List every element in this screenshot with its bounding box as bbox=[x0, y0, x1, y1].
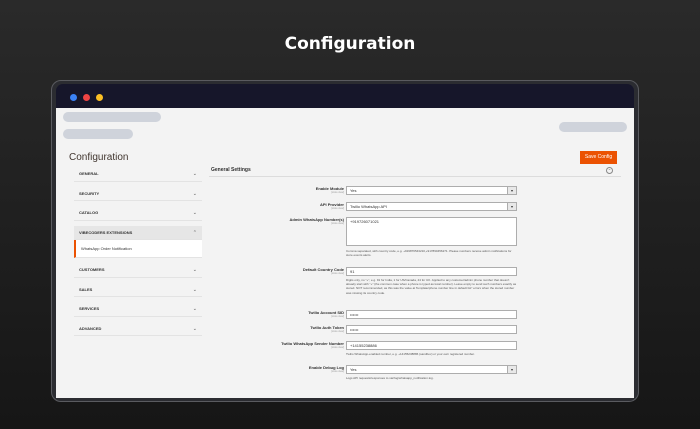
sidebar-item-services[interactable]: SERVICES ⌄ bbox=[74, 302, 202, 317]
sidebar-item-label: VIBECODERS EXTENSIONS bbox=[79, 229, 133, 235]
sidebar-item-label: ADVANCED bbox=[79, 325, 102, 331]
close-dot-icon[interactable] bbox=[83, 94, 90, 101]
save-config-button[interactable]: Save Config bbox=[580, 151, 617, 164]
scope-label: [store view] bbox=[331, 315, 344, 318]
chevron-down-icon: ⌄ bbox=[192, 190, 197, 197]
sidebar-item-label: SECURITY bbox=[79, 190, 100, 196]
sidebar-item-label: GENERAL bbox=[79, 171, 99, 176]
sender-number-note: Twilio WhatsApp-enabled number, e.g. +14… bbox=[346, 352, 475, 356]
placeholder-bar bbox=[63, 129, 133, 139]
placeholder-bar bbox=[559, 122, 627, 132]
sidebar-item-label: SERVICES bbox=[79, 306, 100, 311]
sidebar-item-whatsapp-notification[interactable]: WhatsApp Order Notification bbox=[74, 240, 202, 258]
scope-label: [store view] bbox=[331, 330, 344, 333]
api-provider-select[interactable]: Twilio WhatsApp API ▾ bbox=[346, 202, 517, 211]
browser-window: Configuration Save Config GENERAL ⌄ SECUR… bbox=[51, 80, 639, 402]
page-heading: Configuration bbox=[284, 34, 416, 54]
sender-number-input[interactable]: +14155238886 bbox=[346, 341, 517, 350]
section-title[interactable]: General Settings bbox=[211, 167, 251, 173]
window-dot-icon bbox=[70, 94, 77, 101]
window-titlebar bbox=[56, 84, 634, 108]
admin-panel: Configuration Save Config GENERAL ⌄ SECUR… bbox=[56, 108, 634, 398]
sidebar-item-label: CATALOG bbox=[79, 210, 99, 215]
sidebar-item-label: SALES bbox=[79, 286, 93, 292]
sidebar-item-customers[interactable]: CUSTOMERS ⌄ bbox=[74, 263, 202, 278]
sidebar-item-sales[interactable]: SALES ⌄ bbox=[74, 283, 202, 297]
debug-log-note: Logs API requests/responses to var/log/w… bbox=[346, 376, 434, 380]
dropdown-arrow-icon: ▾ bbox=[507, 187, 516, 194]
settings-content: General Settings ⌃ Enable Module [store … bbox=[209, 167, 621, 397]
enable-module-select[interactable]: Yes ▾ bbox=[346, 186, 517, 195]
selected-value: Yes bbox=[350, 367, 357, 372]
scope-label: [store view] bbox=[331, 346, 344, 349]
placeholder-bar bbox=[63, 112, 161, 122]
chevron-down-icon: ⌄ bbox=[192, 210, 197, 216]
scope-label: [store view] bbox=[331, 272, 344, 275]
chevron-down-icon: ⌄ bbox=[192, 306, 197, 312]
chevron-down-icon: ⌄ bbox=[192, 267, 197, 273]
admin-numbers-textarea[interactable]: +919726071021 bbox=[346, 217, 517, 246]
sidebar-item-label: CUSTOMERS bbox=[79, 267, 105, 272]
selected-value: Twilio WhatsApp API bbox=[350, 204, 387, 209]
scope-label: [store view] bbox=[331, 222, 344, 225]
admin-numbers-note: Comma separated, with country code, e.g.… bbox=[346, 249, 512, 258]
chevron-down-icon: ⌄ bbox=[192, 171, 197, 177]
chevron-down-icon: ⌄ bbox=[192, 325, 197, 332]
scope-label: [store view] bbox=[331, 370, 344, 373]
chevron-up-icon: ⌃ bbox=[192, 229, 197, 236]
minimize-dot-icon[interactable] bbox=[96, 94, 103, 101]
country-code-note: Digits only, no "+", e.g. 91 for India, … bbox=[346, 278, 517, 295]
dropdown-arrow-icon: ▾ bbox=[507, 203, 516, 210]
page-title: Configuration bbox=[69, 152, 129, 163]
section-divider bbox=[209, 176, 621, 177]
sidebar-item-catalog[interactable]: CATALOG ⌄ bbox=[74, 206, 202, 221]
sidebar-item-advanced[interactable]: ADVANCED ⌄ bbox=[74, 322, 202, 336]
dropdown-arrow-icon: ▾ bbox=[507, 366, 516, 373]
collapse-toggle-icon[interactable]: ⌃ bbox=[606, 167, 613, 174]
country-code-input[interactable]: 91 bbox=[346, 267, 517, 276]
selected-value: Yes bbox=[350, 188, 357, 193]
config-sidebar: GENERAL ⌄ SECURITY ⌄ CATALOG ⌄ VIBECODERS E… bbox=[74, 167, 202, 336]
scope-label: [store view] bbox=[331, 207, 344, 210]
auth-token-input[interactable]: •••••• bbox=[346, 325, 517, 334]
sidebar-item-security[interactable]: SECURITY ⌄ bbox=[74, 187, 202, 201]
sidebar-item-vendor-extensions[interactable]: VIBECODERS EXTENSIONS ⌃ bbox=[74, 225, 202, 240]
sidebar-item-general[interactable]: GENERAL ⌄ bbox=[74, 167, 202, 182]
chevron-down-icon: ⌄ bbox=[192, 286, 197, 293]
scope-label: [store view] bbox=[331, 191, 344, 194]
account-sid-input[interactable]: •••••• bbox=[346, 310, 517, 319]
debug-log-select[interactable]: Yes ▾ bbox=[346, 365, 517, 374]
